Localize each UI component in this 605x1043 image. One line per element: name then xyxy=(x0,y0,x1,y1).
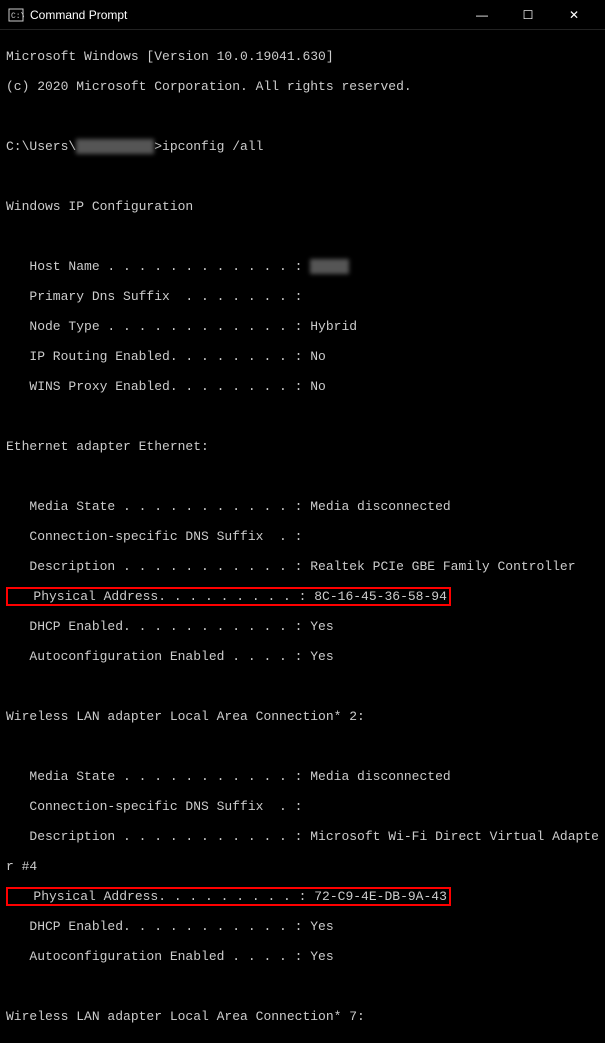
wlan2-conn-suffix-line: Connection-specific DNS Suffix . : xyxy=(6,799,599,814)
prompt-suffix: > xyxy=(154,139,162,154)
window-controls: — ☐ ✕ xyxy=(459,0,597,30)
close-button[interactable]: ✕ xyxy=(551,0,597,30)
wlan7-title: Wireless LAN adapter Local Area Connecti… xyxy=(6,1009,599,1024)
blank-line xyxy=(6,739,599,754)
wlan2-dhcp-line: DHCP Enabled. . . . . . . . . . . : Yes xyxy=(6,919,599,934)
eth-autoconf-line: Autoconfiguration Enabled . . . . : Yes xyxy=(6,649,599,664)
blank-line xyxy=(6,679,599,694)
prompt-line: C:\Users\██████████>ipconfig /all xyxy=(6,139,599,154)
ipconfig-title: Windows IP Configuration xyxy=(6,199,599,214)
eth-desc-line: Description . . . . . . . . . . . : Real… xyxy=(6,559,599,574)
blank-line xyxy=(6,229,599,244)
eth-dhcp-line: DHCP Enabled. . . . . . . . . . . : Yes xyxy=(6,619,599,634)
copyright-line: (c) 2020 Microsoft Corporation. All righ… xyxy=(6,79,599,94)
ip-routing-line: IP Routing Enabled. . . . . . . . : No xyxy=(6,349,599,364)
blank-line xyxy=(6,409,599,424)
terminal-output[interactable]: Microsoft Windows [Version 10.0.19041.63… xyxy=(0,30,605,1043)
wlan2-phys-line: Physical Address. . . . . . . . . : 72-C… xyxy=(6,889,599,904)
hostname-label: Host Name . . . . . . . . . . . . : xyxy=(6,259,310,274)
blank-line xyxy=(6,979,599,994)
highlight-box: Physical Address. . . . . . . . . : 8C-1… xyxy=(6,587,451,606)
node-type-line: Node Type . . . . . . . . . . . . : Hybr… xyxy=(6,319,599,334)
hostname-line: Host Name . . . . . . . . . . . . : ████… xyxy=(6,259,599,274)
version-line: Microsoft Windows [Version 10.0.19041.63… xyxy=(6,49,599,64)
window-title: Command Prompt xyxy=(30,8,127,22)
maximize-button[interactable]: ☐ xyxy=(505,0,551,30)
wins-proxy-line: WINS Proxy Enabled. . . . . . . . : No xyxy=(6,379,599,394)
wlan2-desc-line: Description . . . . . . . . . . . : Micr… xyxy=(6,829,599,844)
svg-text:C:\: C:\ xyxy=(11,12,24,21)
window-titlebar: C:\ Command Prompt — ☐ ✕ xyxy=(0,0,605,30)
eth-conn-suffix-line: Connection-specific DNS Suffix . : xyxy=(6,529,599,544)
hostname-value-redacted: █████ xyxy=(310,259,349,274)
prompt-command: ipconfig /all xyxy=(162,139,263,154)
wlan2-media-line: Media State . . . . . . . . . . . : Medi… xyxy=(6,769,599,784)
eth-phys-line: Physical Address. . . . . . . . . : 8C-1… xyxy=(6,589,599,604)
ethernet-adapter-title: Ethernet adapter Ethernet: xyxy=(6,439,599,454)
blank-line xyxy=(6,109,599,124)
prompt-prefix: C:\Users\ xyxy=(6,139,76,154)
eth-physical-address-line: Physical Address. . . . . . . . . : 8C-1… xyxy=(10,589,447,604)
primary-dns-line: Primary Dns Suffix . . . . . . . : xyxy=(6,289,599,304)
blank-line xyxy=(6,169,599,184)
wlan2-desc-cont-line: r #4 xyxy=(6,859,599,874)
wlan2-title: Wireless LAN adapter Local Area Connecti… xyxy=(6,709,599,724)
wlan2-physical-address-line: Physical Address. . . . . . . . . : 72-C… xyxy=(10,889,447,904)
minimize-button[interactable]: — xyxy=(459,0,505,30)
blank-line xyxy=(6,469,599,484)
cmd-icon: C:\ xyxy=(8,7,24,23)
eth-media-line: Media State . . . . . . . . . . . : Medi… xyxy=(6,499,599,514)
wlan2-autoconf-line: Autoconfiguration Enabled . . . . : Yes xyxy=(6,949,599,964)
prompt-user-redacted: ██████████ xyxy=(76,139,154,154)
highlight-box: Physical Address. . . . . . . . . : 72-C… xyxy=(6,887,451,906)
